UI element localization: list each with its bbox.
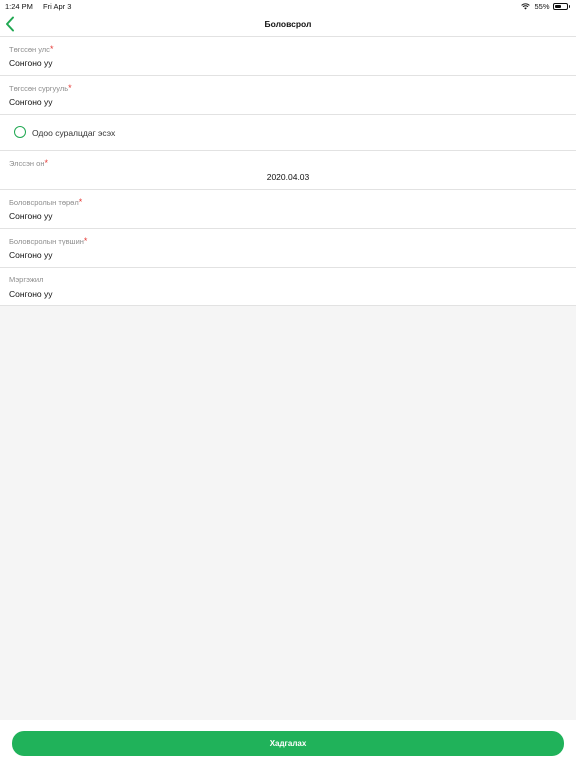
profession-label-text: Мэргэжил bbox=[9, 275, 44, 284]
required-mark: * bbox=[68, 83, 72, 93]
currently-studying-radio[interactable] bbox=[14, 126, 26, 138]
status-bar: 1:24 PM Fri Apr 3 55% bbox=[0, 0, 576, 12]
page-title: Боловсрол bbox=[264, 19, 312, 29]
required-mark: * bbox=[83, 236, 88, 246]
education-type-label: Боловсролын төрөл* bbox=[9, 197, 82, 207]
battery-percent: 55% bbox=[534, 2, 550, 11]
education-level-label-text: Боловсролын түвшин bbox=[9, 237, 84, 246]
required-mark: * bbox=[44, 158, 48, 168]
battery-level bbox=[554, 5, 561, 8]
enroll-year-field[interactable]: Элссэн он* 2020.04.03 bbox=[0, 151, 576, 190]
education-level-select[interactable]: Сонгоно уу bbox=[9, 250, 52, 260]
country-label: Төгссөн улс* bbox=[9, 44, 53, 54]
country-field[interactable]: Төгссөн улс* Сонгоно уу bbox=[0, 37, 576, 76]
bottom-bar: Хадгалах bbox=[0, 720, 576, 768]
education-level-field[interactable]: Боловсролын түвшин* Сонгоно уу bbox=[0, 229, 576, 268]
enroll-year-picker[interactable]: 2020.04.03 bbox=[0, 172, 576, 182]
education-level-label: Боловсролын түвшин* bbox=[9, 236, 87, 246]
status-left: 1:24 PM Fri Apr 3 bbox=[5, 2, 79, 11]
save-button[interactable]: Хадгалах bbox=[12, 731, 564, 756]
school-select[interactable]: Сонгоно уу bbox=[9, 97, 52, 107]
profession-select[interactable]: Сонгоно уу bbox=[9, 289, 52, 299]
currently-studying-field[interactable]: Одоо суралцдаг эсэх bbox=[0, 115, 576, 151]
school-label: Төгссөн сургууль* bbox=[9, 83, 72, 93]
status-time: 1:24 PM bbox=[5, 2, 33, 11]
currently-studying-label: Одоо суралцдаг эсэх bbox=[32, 128, 116, 138]
battery-cap bbox=[568, 5, 570, 8]
status-date: Fri Apr 3 bbox=[43, 2, 72, 11]
enroll-year-label-text: Элссэн он bbox=[9, 159, 45, 168]
battery-icon bbox=[552, 3, 568, 10]
enroll-year-label: Элссэн он* bbox=[9, 158, 48, 168]
wifi-icon bbox=[521, 3, 531, 10]
school-field[interactable]: Төгссөн сургууль* Сонгоно уу bbox=[0, 76, 576, 115]
required-mark: * bbox=[78, 197, 83, 207]
school-label-text: Төгссөн сургууль bbox=[9, 84, 69, 93]
required-mark: * bbox=[49, 44, 54, 54]
profession-label: Мэргэжил bbox=[9, 275, 43, 284]
education-type-label-text: Боловсролын төрөл bbox=[9, 198, 79, 207]
country-label-text: Төгссөн улс bbox=[9, 45, 50, 54]
education-type-select[interactable]: Сонгоно уу bbox=[9, 211, 52, 221]
country-select[interactable]: Сонгоно уу bbox=[9, 58, 52, 68]
education-type-field[interactable]: Боловсролын төрөл* Сонгоно уу bbox=[0, 190, 576, 229]
education-form: Төгссөн улс* Сонгоно уу Төгссөн сургууль… bbox=[0, 37, 576, 306]
profession-field[interactable]: Мэргэжил Сонгоно уу bbox=[0, 268, 576, 306]
nav-bar: Боловсрол bbox=[0, 12, 576, 37]
status-right: 55% bbox=[521, 2, 570, 11]
